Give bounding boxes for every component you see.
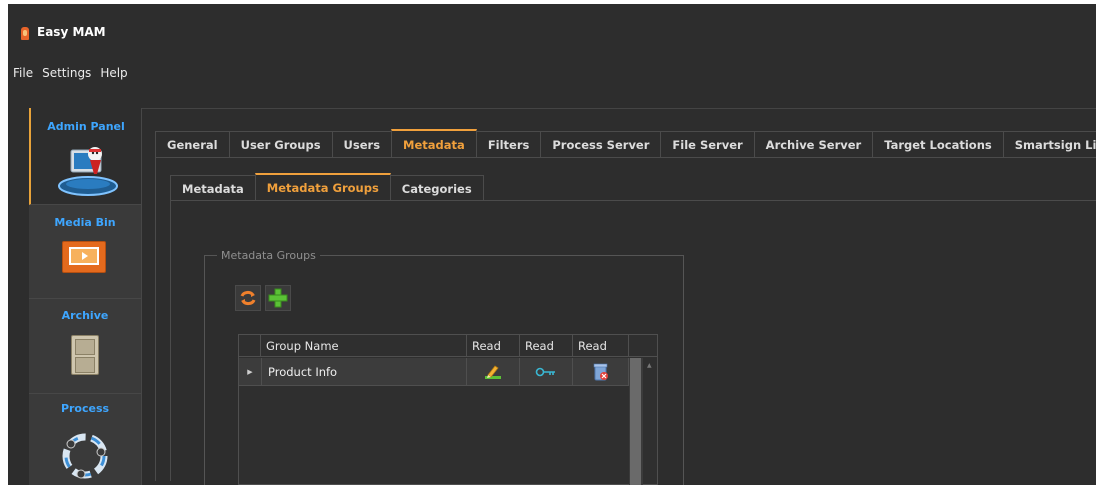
- main-panel-border: [155, 157, 156, 481]
- sidebar-item-media-bin[interactable]: Media Bin: [29, 205, 142, 299]
- grid-scrollbar-thumb[interactable]: [630, 358, 641, 485]
- main-tabs-divider: [155, 157, 1096, 158]
- sidebar-item-admin-panel[interactable]: Admin Panel: [29, 108, 142, 205]
- sub-panel-border: [170, 200, 171, 481]
- column-header-read[interactable]: Read: [573, 335, 629, 357]
- sub-tabs: Metadata Metadata Groups Categories: [170, 173, 484, 201]
- menu-settings[interactable]: Settings: [42, 66, 91, 84]
- tab-categories[interactable]: Categories: [389, 175, 484, 201]
- edit-cell[interactable]: [467, 358, 520, 385]
- title-bar: Easy MAM: [8, 4, 1096, 60]
- tab-users[interactable]: Users: [331, 131, 393, 158]
- sidebar-item-label: Media Bin: [54, 216, 116, 229]
- app-window: Easy MAM File Settings Help Admin Panel …: [8, 4, 1096, 485]
- grid-toolbar: [235, 285, 291, 311]
- sidebar-item-label: Admin Panel: [47, 120, 125, 133]
- tab-metadata-sub[interactable]: Metadata: [170, 175, 256, 201]
- metadata-groups-grid: Group Name Read Read Read ▶ Product Info: [238, 334, 658, 485]
- grid-header: Group Name Read Read Read: [239, 335, 657, 357]
- delete-cell[interactable]: [573, 358, 629, 385]
- refresh-icon: [240, 290, 256, 306]
- tab-filters[interactable]: Filters: [475, 131, 542, 158]
- refresh-button[interactable]: [235, 285, 261, 311]
- add-group-button[interactable]: [265, 285, 291, 311]
- column-header-read[interactable]: Read: [520, 335, 573, 357]
- scroll-up-arrow-icon[interactable]: ▲: [647, 362, 652, 369]
- tab-metadata[interactable]: Metadata: [391, 129, 477, 158]
- menu-bar: File Settings Help: [13, 66, 128, 84]
- tab-user-groups[interactable]: User Groups: [228, 131, 333, 158]
- column-header-group-name[interactable]: Group Name: [261, 335, 467, 357]
- tab-target-locations[interactable]: Target Locations: [872, 131, 1004, 158]
- main-tabs: General User Groups Users Metadata Filte…: [155, 129, 1096, 158]
- header-divider: [29, 108, 1096, 109]
- edit-icon: [485, 364, 501, 379]
- sidebar-item-label: Process: [60, 402, 110, 415]
- sub-tabs-divider: [170, 200, 1096, 201]
- tab-process-server[interactable]: Process Server: [540, 131, 662, 158]
- archive-cabinet-icon: [71, 335, 99, 375]
- sidebar: Admin Panel Media Bin Archive Process: [29, 108, 142, 485]
- sidebar-item-archive[interactable]: Archive: [29, 299, 142, 394]
- app-logo-icon: [21, 27, 29, 40]
- app-title: Easy MAM: [37, 25, 106, 39]
- tab-metadata-groups[interactable]: Metadata Groups: [254, 173, 391, 201]
- key-cell[interactable]: [520, 358, 573, 385]
- media-bin-icon: [62, 241, 106, 273]
- sidebar-item-label: Archive: [61, 309, 109, 322]
- tab-smartsign-list[interactable]: Smartsign List: [1002, 131, 1096, 158]
- tab-archive-server[interactable]: Archive Server: [753, 131, 874, 158]
- row-expand-arrow-icon[interactable]: ▶: [239, 358, 261, 385]
- process-cycle-icon: [62, 433, 108, 479]
- key-icon: [535, 367, 555, 376]
- groupbox-title: Metadata Groups: [217, 249, 320, 262]
- table-row[interactable]: ▶ Product Info: [239, 358, 629, 386]
- menu-file[interactable]: File: [13, 66, 33, 84]
- sidebar-item-process[interactable]: Process: [29, 394, 142, 485]
- delete-icon: [593, 363, 608, 380]
- column-header-read[interactable]: Read: [467, 335, 520, 357]
- header-indicator-cell: [239, 335, 261, 357]
- tab-file-server[interactable]: File Server: [660, 131, 755, 158]
- tab-general[interactable]: General: [155, 131, 230, 158]
- menu-help[interactable]: Help: [100, 66, 127, 84]
- cell-group-name: Product Info: [261, 358, 467, 385]
- add-icon: [268, 288, 288, 308]
- admin-panel-icon: [58, 147, 118, 196]
